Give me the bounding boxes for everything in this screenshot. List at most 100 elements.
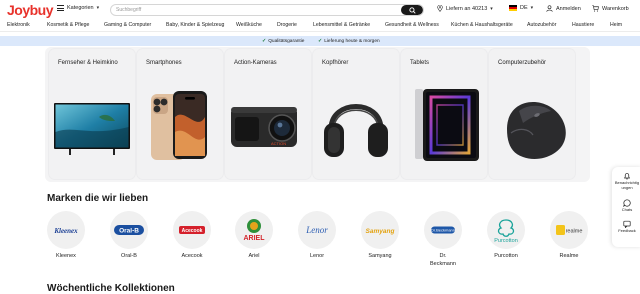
brand-logo: Samyang <box>361 211 399 249</box>
search-bar <box>110 4 424 16</box>
cart-icon <box>592 5 599 12</box>
deliver-to-label: Liefern an 40213 <box>446 5 488 12</box>
svg-text:ARIEL: ARIEL <box>244 235 266 242</box>
brand-name: Kleenex <box>56 253 76 259</box>
nav-item-kuechen[interactable]: Küchen & Haushaltsgeräte <box>451 22 513 28</box>
brand-name: Realme <box>559 253 579 259</box>
svg-text:Samyang: Samyang <box>366 228 395 235</box>
benefit-label: Lieferung heute & morgen <box>324 38 380 44</box>
benefit-quality: ✓ Qualitätsgarantie <box>262 38 304 44</box>
nav-item-gaming[interactable]: Gaming & Computer <box>104 22 151 28</box>
side-widget: Benachrichtigungen Chats Feedback <box>612 167 640 247</box>
nav-item-weisskueche[interactable]: Weißküche <box>236 22 262 28</box>
svg-text:Lenor: Lenor <box>305 225 328 235</box>
nav-item-haustiere[interactable]: Haustiere <box>572 22 594 28</box>
brand-samyang[interactable]: Samyang Samyang <box>360 211 400 260</box>
brand-logo: Oral-B <box>110 211 148 249</box>
search-icon <box>408 6 416 14</box>
category-card-tablets[interactable]: Tablets <box>401 49 487 179</box>
categories-label: Kategorien <box>67 5 94 11</box>
nav-item-baby[interactable]: Baby, Kinder & Spielzeug <box>166 22 224 28</box>
categories-button[interactable]: Kategorien ▾ <box>57 5 99 11</box>
brand-logo: Acecook <box>173 211 211 249</box>
category-card-action-cameras[interactable]: Action-Kameras ACTION <box>225 49 311 179</box>
hamburger-icon <box>57 5 64 11</box>
brand-name: Dr. Beckmann <box>430 253 456 267</box>
brand-logo: Kleenex <box>47 211 85 249</box>
chats-button[interactable]: Chats <box>612 199 640 213</box>
language-label: DE <box>520 5 528 11</box>
brand-name: Lenor <box>309 253 325 259</box>
chevron-down-icon: ▾ <box>530 5 534 11</box>
category-card-headphones[interactable]: Kopfhörer <box>313 49 399 179</box>
svg-text:Oral-B: Oral-B <box>119 228 139 235</box>
benefit-delivery: ✓ Lieferung heute & morgen <box>318 38 380 44</box>
category-card-title: Tablets <box>410 60 430 66</box>
nav-divider <box>0 31 640 32</box>
brand-logo: Dr.Beckmann <box>424 211 462 249</box>
deliver-to-selector[interactable]: Liefern an 40213 ▾ <box>437 5 493 12</box>
svg-text:Purcotton: Purcotton <box>494 238 518 244</box>
login-label: Anmelden <box>556 5 581 12</box>
notifications-button[interactable]: Benachrichtigungen <box>612 172 640 190</box>
brand-logo: Purcotton <box>487 211 525 249</box>
svg-text:ACTION: ACTION <box>271 141 286 146</box>
header-bar: Joybuy Kategorien ▾ Liefern an 40213 ▾ D… <box>0 0 640 20</box>
benefit-label: Qualitätsgarantie <box>268 38 305 44</box>
bell-icon <box>624 173 630 180</box>
search-button[interactable] <box>401 5 423 15</box>
category-card-computer-accessories[interactable]: Computerzubehör <box>489 49 575 179</box>
brand-realme[interactable]: realme Realme <box>549 211 589 260</box>
action-camera-icon: ACTION <box>231 107 297 147</box>
benefits-strip: ✓ Qualitätsgarantie ✓ Lieferung heute & … <box>0 36 640 46</box>
tv-icon <box>54 103 130 155</box>
user-icon <box>546 5 553 12</box>
category-card-title: Kopfhörer <box>322 60 349 66</box>
login-button[interactable]: Anmelden <box>546 5 581 12</box>
germany-flag-icon <box>509 5 517 11</box>
brand-dr-beckmann[interactable]: Dr.Beckmann Dr. Beckmann <box>423 211 463 268</box>
nav-item-autozubehoer[interactable]: Autozubehör <box>527 22 556 28</box>
category-card-tv[interactable]: Fernseher & Heimkino <box>49 49 135 179</box>
feedback-icon <box>623 220 631 228</box>
brand-name: Ariel <box>248 253 260 259</box>
notifications-label: Benachrichtigungen <box>614 180 640 190</box>
brand-name: Purcotton <box>494 253 518 259</box>
brand-ariel[interactable]: ARIEL Ariel <box>234 211 274 260</box>
search-input[interactable] <box>111 5 423 15</box>
check-icon: ✓ <box>262 38 267 44</box>
tablet-icon <box>415 89 479 161</box>
brand-name: Samyang <box>368 253 392 259</box>
brand-logo: ARIEL <box>235 211 273 249</box>
language-selector[interactable]: DE ▾ <box>509 5 533 11</box>
brand-oralb[interactable]: Oral-B Oral-B <box>109 211 149 260</box>
svg-text:Acecook: Acecook <box>182 228 203 234</box>
nav-item-heim[interactable]: Heim <box>610 22 622 28</box>
brand-acecook[interactable]: Acecook Acecook <box>172 211 212 260</box>
cart-label: Warenkorb <box>602 5 629 12</box>
category-card-title: Fernseher & Heimkino <box>58 60 118 66</box>
category-nav: Elektronik Kosmetik & Pflege Gaming & Co… <box>0 20 640 31</box>
mouse-icon <box>507 102 566 159</box>
nav-item-kosmetik[interactable]: Kosmetik & Pflege <box>47 22 89 28</box>
brand-name: Acecook <box>181 253 203 259</box>
category-card-smartphones[interactable]: Smartphones <box>137 49 223 179</box>
brand-kleenex[interactable]: Kleenex Kleenex <box>46 211 86 260</box>
nav-item-drogerie[interactable]: Drogerie <box>277 22 297 28</box>
nav-item-elektronik[interactable]: Elektronik <box>7 22 30 28</box>
smartphone-icon <box>151 91 207 160</box>
chevron-down-icon: ▾ <box>490 5 493 12</box>
brand-lenor[interactable]: Lenor Lenor <box>297 211 337 260</box>
feedback-button[interactable]: Feedback <box>612 220 640 234</box>
category-card-title: Action-Kameras <box>234 60 277 66</box>
joybuy-logo[interactable]: Joybuy <box>7 2 54 18</box>
category-card-title: Computerzubehör <box>498 60 547 66</box>
category-card-title: Smartphones <box>146 60 182 66</box>
svg-text:Kleenex: Kleenex <box>53 227 78 235</box>
brand-purcotton[interactable]: Purcotton Purcotton <box>486 211 526 260</box>
cart-button[interactable]: Warenkorb <box>592 5 629 12</box>
nav-item-gesundheit[interactable]: Gesundheit & Wellness <box>385 22 439 28</box>
nav-item-lebensmittel[interactable]: Lebensmittel & Getränke <box>313 22 370 28</box>
chats-label: Chats <box>621 207 633 212</box>
brand-name: Oral-B <box>121 253 137 259</box>
